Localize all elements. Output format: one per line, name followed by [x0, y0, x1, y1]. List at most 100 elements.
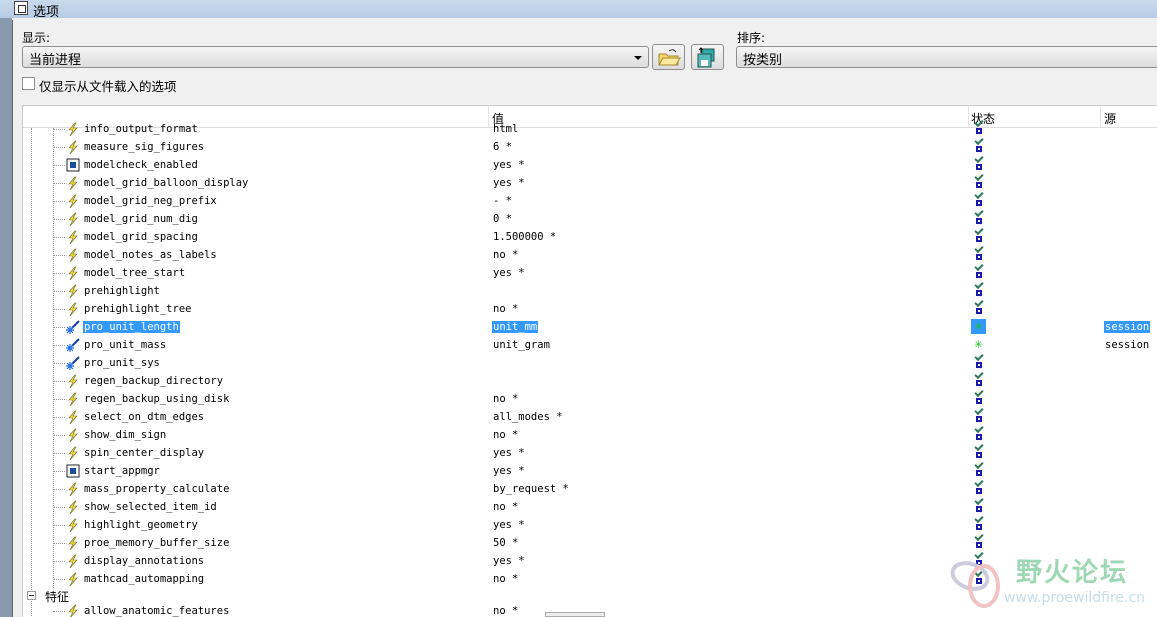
table-row[interactable]: model_notes_as_labels no * [23, 243, 1157, 264]
sort-select[interactable]: 按类别 [736, 46, 1157, 68]
lightning-icon [68, 122, 78, 136]
table-row[interactable]: mathcad_automapping no * [23, 567, 1157, 588]
table-row[interactable]: mass_property_calculate by_request * [23, 477, 1157, 498]
option-value: yes * [493, 519, 525, 531]
lightning-icon [68, 536, 78, 550]
table-row[interactable]: model_grid_balloon_display yes * [23, 171, 1157, 192]
lightning-icon [68, 284, 78, 298]
option-name: mass_property_calculate [84, 483, 230, 495]
option-value: no * [493, 429, 519, 441]
lightning-icon [68, 374, 78, 388]
table-row[interactable]: show_selected_item_id no * [23, 495, 1157, 516]
open-config-button[interactable] [652, 44, 685, 70]
lightning-icon [68, 572, 78, 586]
option-value: yes * [493, 177, 525, 189]
table-row[interactable]: start_appmgr yes * [23, 459, 1157, 480]
option-value: no * [493, 501, 519, 513]
option-value: no * [493, 393, 519, 405]
option-source: session [1104, 321, 1151, 333]
changed-star-icon: ✳ [971, 319, 986, 334]
option-value: yes * [493, 465, 525, 477]
wand-icon [66, 338, 80, 352]
lightning-icon [68, 410, 78, 424]
lightning-icon [68, 140, 78, 154]
option-name: measure_sig_figures [84, 141, 205, 153]
table-row[interactable]: display_annotations yes * [23, 549, 1157, 570]
lightning-icon [68, 230, 78, 244]
open-folder-icon [658, 49, 681, 66]
display-label: 显示: [22, 31, 51, 45]
wand-icon [66, 356, 80, 370]
option-name: pro_unit_mass [84, 339, 167, 351]
option-name: show_selected_item_id [84, 501, 217, 513]
option-name: model_tree_start [84, 267, 186, 279]
option-value: all_modes * [493, 411, 563, 423]
option-value: html [493, 123, 519, 135]
table-row[interactable]: prehighlight_tree no * [23, 297, 1157, 318]
lightning-icon [68, 518, 78, 532]
app-box-icon [66, 158, 80, 172]
option-value: 1.500000 * [493, 231, 557, 243]
option-name: model_grid_balloon_display [84, 177, 249, 189]
table-row[interactable]: measure_sig_figures 6 * [23, 135, 1157, 156]
wand-icon [66, 320, 80, 334]
option-name: prehighlight_tree [84, 303, 192, 315]
option-name: proe_memory_buffer_size [84, 537, 230, 549]
display-select[interactable]: 当前进程 [22, 46, 649, 68]
table-row[interactable]: modelcheck_enabled yes * [23, 153, 1157, 174]
app-box-icon [66, 464, 80, 478]
table-row[interactable]: model_tree_start yes * [23, 261, 1157, 282]
option-name: prehighlight [84, 285, 160, 297]
lightning-icon [68, 392, 78, 406]
option-value: 0 * [493, 213, 512, 225]
option-value: yes * [493, 159, 525, 171]
table-row[interactable]: model_grid_neg_prefix - * [23, 189, 1157, 210]
status-ok-icon [973, 567, 987, 588]
collapse-icon[interactable] [27, 591, 36, 600]
option-value: yes * [493, 447, 525, 459]
save-config-button[interactable] [691, 44, 724, 70]
horizontal-scrollbar[interactable] [545, 612, 605, 617]
table-row[interactable]: regen_backup_directory [23, 369, 1157, 390]
table-row[interactable]: spin_center_display yes * [23, 441, 1157, 462]
table-row[interactable]: model_grid_spacing 1.500000 * [23, 225, 1157, 246]
option-name: select_on_dtm_edges [84, 411, 205, 423]
table-row[interactable]: model_grid_num_dig 0 * [23, 207, 1157, 228]
option-name: regen_backup_directory [84, 375, 224, 387]
status-ok-icon [973, 297, 987, 318]
display-value: 当前进程 [29, 53, 82, 68]
option-name: info_output_format [84, 123, 198, 135]
options-table: 值 状态 源 info_output_format html measure_s… [22, 105, 1157, 617]
lightning-icon [68, 176, 78, 190]
lightning-icon [68, 482, 78, 496]
sort-value: 按类别 [743, 53, 783, 68]
table-row[interactable]: regen_backup_using_disk no * [23, 387, 1157, 408]
table-row[interactable]: pro_unit_mass unit_gram ✳ session [23, 336, 1157, 354]
title-bar: 选项 [0, 0, 1157, 20]
option-name: pro_unit_sys [84, 357, 160, 369]
option-value: by_request * [493, 483, 569, 495]
option-name: model_notes_as_labels [84, 249, 217, 261]
table-row[interactable]: highlight_geometry yes * [23, 513, 1157, 534]
option-name: show_dim_sign [84, 429, 167, 441]
option-name: display_annotations [84, 555, 205, 567]
lightning-icon [68, 212, 78, 226]
option-value: no * [493, 303, 519, 315]
option-name: start_appmgr [84, 465, 160, 477]
option-name: regen_backup_using_disk [84, 393, 230, 405]
table-row[interactable]: prehighlight [23, 279, 1157, 300]
table-row[interactable]: pro_unit_length unit_mm ✳ session [23, 318, 1157, 336]
table-row[interactable]: info_output_format html [23, 117, 1157, 138]
chevron-down-icon [634, 56, 642, 60]
filter-checkbox[interactable] [22, 77, 35, 90]
lightning-icon [68, 302, 78, 316]
background-window-edge [0, 18, 12, 617]
table-row[interactable]: pro_unit_sys [23, 351, 1157, 372]
table-row[interactable]: select_on_dtm_edges all_modes * [23, 405, 1157, 426]
table-row[interactable]: show_dim_sign no * [23, 423, 1157, 444]
option-name: allow_anatomic_features [84, 605, 230, 617]
lightning-icon [68, 266, 78, 280]
table-row[interactable]: proe_memory_buffer_size 50 * [23, 531, 1157, 552]
lightning-icon [68, 604, 78, 617]
lightning-icon [68, 194, 78, 208]
